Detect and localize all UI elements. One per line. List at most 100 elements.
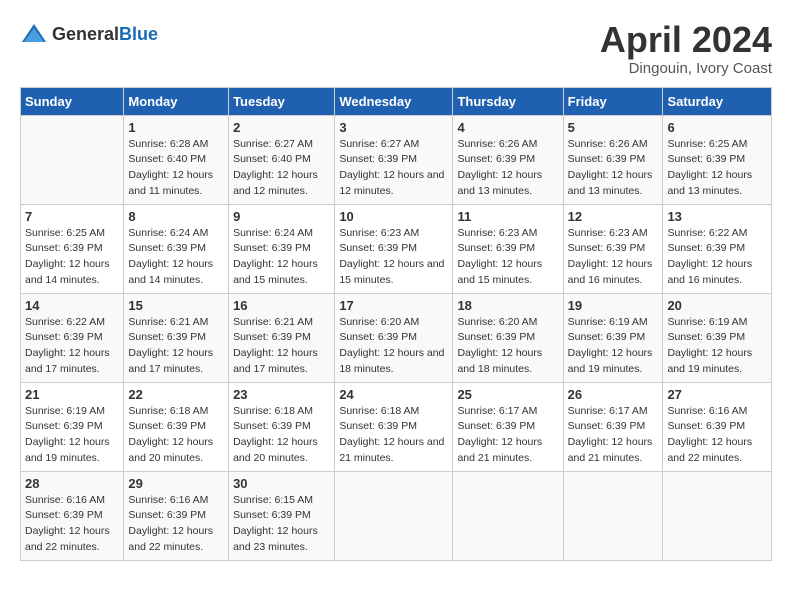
day-number: 3 bbox=[339, 120, 448, 135]
daylight-text: Daylight: 12 hours and 17 minutes. bbox=[233, 347, 318, 375]
day-info: Sunrise: 6:20 AMSunset: 6:39 PMDaylight:… bbox=[457, 315, 558, 378]
sunset-text: Sunset: 6:39 PM bbox=[457, 242, 535, 254]
day-number: 28 bbox=[25, 476, 119, 491]
daylight-text: Daylight: 12 hours and 12 minutes. bbox=[339, 169, 444, 197]
day-number: 29 bbox=[128, 476, 224, 491]
day-info: Sunrise: 6:15 AMSunset: 6:39 PMDaylight:… bbox=[233, 493, 330, 556]
sunrise-text: Sunrise: 6:23 AM bbox=[339, 227, 419, 239]
day-info: Sunrise: 6:21 AM Sunset: 6:39 PM Daylight:… bbox=[233, 315, 330, 378]
day-info: Sunrise: 6:18 AMSunset: 6:39 PMDaylight:… bbox=[128, 404, 224, 467]
sunset-text: Sunset: 6:39 PM bbox=[233, 242, 311, 254]
daylight-text: Daylight: 12 hours and 18 minutes. bbox=[457, 347, 542, 375]
calendar-cell: 24Sunrise: 6:18 AMSunset: 6:39 PMDayligh… bbox=[335, 382, 453, 471]
sunset-text: Sunset: 6:39 PM bbox=[339, 331, 417, 343]
daylight-text: Daylight: 12 hours and 21 minutes. bbox=[457, 436, 542, 464]
day-info: Sunrise: 6:28 AM Sunset: 6:40 PM Daylight:… bbox=[128, 137, 224, 200]
day-number: 25 bbox=[457, 387, 558, 402]
day-number: 30 bbox=[233, 476, 330, 491]
calendar-cell: 28Sunrise: 6:16 AMSunset: 6:39 PMDayligh… bbox=[21, 471, 124, 560]
daylight-text: Daylight: 12 hours and 22 minutes. bbox=[128, 525, 213, 553]
day-number: 21 bbox=[25, 387, 119, 402]
week-row-1: 1Sunrise: 6:28 AMSunset: 6:40 PMDaylight… bbox=[21, 115, 772, 204]
daylight-text: Daylight: 12 hours and 18 minutes. bbox=[339, 347, 444, 375]
daylight-text: Daylight: 12 hours and 21 minutes. bbox=[568, 436, 653, 464]
sunrise-text: Sunrise: 6:17 AM bbox=[457, 405, 537, 417]
day-info: Sunrise: 6:27 AMSunset: 6:40 PMDaylight:… bbox=[233, 137, 330, 200]
day-info: Sunrise: 6:21 AMSunset: 6:39 PMDaylight:… bbox=[128, 315, 224, 378]
daylight-text: Daylight: 12 hours and 20 minutes. bbox=[128, 436, 213, 464]
day-number: 15 bbox=[128, 298, 224, 313]
sunrise-text: Sunrise: 6:26 AM bbox=[457, 138, 537, 150]
sunrise-text: Sunrise: 6:27 AM bbox=[339, 138, 419, 150]
day-info: Sunrise: 6:19 AMSunset: 6:39 PMDaylight:… bbox=[25, 404, 119, 467]
col-thursday: Thursday bbox=[453, 87, 563, 115]
calendar-cell: 4 Sunrise: 6:26 AMSunset: 6:39 PMDaylight… bbox=[453, 115, 563, 204]
calendar-header: Sunday Monday Tuesday Wednesday Thursday… bbox=[21, 87, 772, 115]
sunrise-text: Sunrise: 6:23 AM bbox=[568, 227, 648, 239]
day-number: 17 bbox=[339, 298, 448, 313]
calendar-cell: 3 Sunrise: 6:27 AMSunset: 6:39 PMDaylight… bbox=[335, 115, 453, 204]
header-row: Sunday Monday Tuesday Wednesday Thursday… bbox=[21, 87, 772, 115]
daylight-text: Daylight: 12 hours and 19 minutes. bbox=[568, 347, 653, 375]
day-info: Sunrise: 6:27 AMSunset: 6:39 PMDaylight:… bbox=[339, 137, 448, 200]
sunset-text: Sunset: 6:39 PM bbox=[339, 420, 417, 432]
sunset-text: Sunset: 6:39 PM bbox=[233, 331, 311, 343]
day-info: Sunrise: 6:26 AMSunset: 6:39 PMDaylight:… bbox=[457, 137, 558, 200]
header: GeneralBlue April 2024 Dingouin, Ivory C… bbox=[20, 20, 772, 77]
calendar-cell: 22 Sunrise: 6:18 AMSunset: 6:39 PMDayligh… bbox=[124, 382, 229, 471]
week-row-2: 7Sunrise: 6:25 AMSunset: 6:39 PMDaylight… bbox=[21, 204, 772, 293]
day-number: 22 bbox=[128, 387, 224, 402]
day-info: Sunrise: 6:16 AMSunset: 6:39 PMDaylight:… bbox=[667, 404, 767, 467]
day-number: 8 bbox=[128, 209, 224, 224]
day-number: 13 bbox=[667, 209, 767, 224]
daylight-text: Daylight: 12 hours and 13 minutes. bbox=[568, 169, 653, 197]
sunset-text: Sunset: 6:39 PM bbox=[568, 242, 646, 254]
day-number: 10 bbox=[339, 209, 448, 224]
day-number: 2 bbox=[233, 120, 330, 135]
week-row-3: 14 Sunrise: 6:22 AM Sunset: 6:39 PM Dayligh… bbox=[21, 293, 772, 382]
day-info: Sunrise: 6:18 AMSunset: 6:39 PMDaylight:… bbox=[339, 404, 448, 467]
calendar-cell: 8Sunrise: 6:24 AMSunset: 6:39 PMDaylight… bbox=[124, 204, 229, 293]
calendar-table: Sunday Monday Tuesday Wednesday Thursday… bbox=[20, 87, 772, 561]
day-info: Sunrise: 6:26 AMSunset: 6:39 PMDaylight:… bbox=[568, 137, 659, 200]
daylight-text: Daylight: 12 hours and 16 minutes. bbox=[568, 258, 653, 286]
sunrise-text: Sunrise: 6:18 AM bbox=[339, 405, 419, 417]
sunrise-text: Sunrise: 6:15 AM bbox=[233, 494, 313, 506]
sunrise-text: Sunrise: 6:24 AM bbox=[233, 227, 313, 239]
day-number: 7 bbox=[25, 209, 119, 224]
calendar-cell: 30 Sunrise: 6:15 AMSunset: 6:39 PMDayligh… bbox=[229, 471, 335, 560]
sunset-text: Sunset: 6:39 PM bbox=[128, 242, 206, 254]
day-info: Sunrise: 6:24 AMSunset: 6:39 PMDaylight:… bbox=[233, 226, 330, 289]
daylight-text: Daylight: 12 hours and 11 minutes. bbox=[128, 169, 213, 197]
day-number: 11 bbox=[457, 209, 558, 224]
day-number: 4 bbox=[457, 120, 558, 135]
calendar-cell: 9Sunrise: 6:24 AMSunset: 6:39 PMDaylight… bbox=[229, 204, 335, 293]
sunrise-text: Sunrise: 6:22 AM bbox=[25, 316, 105, 328]
daylight-text: Daylight: 12 hours and 14 minutes. bbox=[128, 258, 213, 286]
sunset-text: Sunset: 6:39 PM bbox=[568, 420, 646, 432]
sunrise-text: Sunrise: 6:22 AM bbox=[667, 227, 747, 239]
sunset-text: Sunset: 6:40 PM bbox=[128, 153, 206, 165]
day-info: Sunrise: 6:16 AMSunset: 6:39 PMDaylight:… bbox=[128, 493, 224, 556]
calendar-cell bbox=[21, 115, 124, 204]
day-number: 9 bbox=[233, 209, 330, 224]
sunrise-text: Sunrise: 6:28 AM bbox=[128, 138, 208, 150]
sunset-text: Sunset: 6:39 PM bbox=[457, 331, 535, 343]
sunrise-text: Sunrise: 6:27 AM bbox=[233, 138, 313, 150]
sunset-text: Sunset: 6:40 PM bbox=[233, 153, 311, 165]
daylight-text: Daylight: 12 hours and 14 minutes. bbox=[25, 258, 110, 286]
day-number: 27 bbox=[667, 387, 767, 402]
sunset-text: Sunset: 6:39 PM bbox=[25, 509, 103, 521]
calendar-cell: 18 Sunrise: 6:20 AMSunset: 6:39 PMDayligh… bbox=[453, 293, 563, 382]
day-number: 18 bbox=[457, 298, 558, 313]
day-number: 14 bbox=[25, 298, 119, 313]
sunrise-text: Sunrise: 6:21 AM bbox=[233, 316, 313, 328]
sunset-text: Sunset: 6:39 PM bbox=[568, 153, 646, 165]
daylight-text: Daylight: 12 hours and 17 minutes. bbox=[25, 347, 110, 375]
calendar-cell: 12Sunrise: 6:23 AMSunset: 6:39 PMDayligh… bbox=[563, 204, 663, 293]
daylight-text: Daylight: 12 hours and 19 minutes. bbox=[25, 436, 110, 464]
sunrise-text: Sunrise: 6:19 AM bbox=[568, 316, 648, 328]
col-tuesday: Tuesday bbox=[229, 87, 335, 115]
calendar-cell bbox=[563, 471, 663, 560]
sunset-text: Sunset: 6:39 PM bbox=[25, 331, 103, 343]
